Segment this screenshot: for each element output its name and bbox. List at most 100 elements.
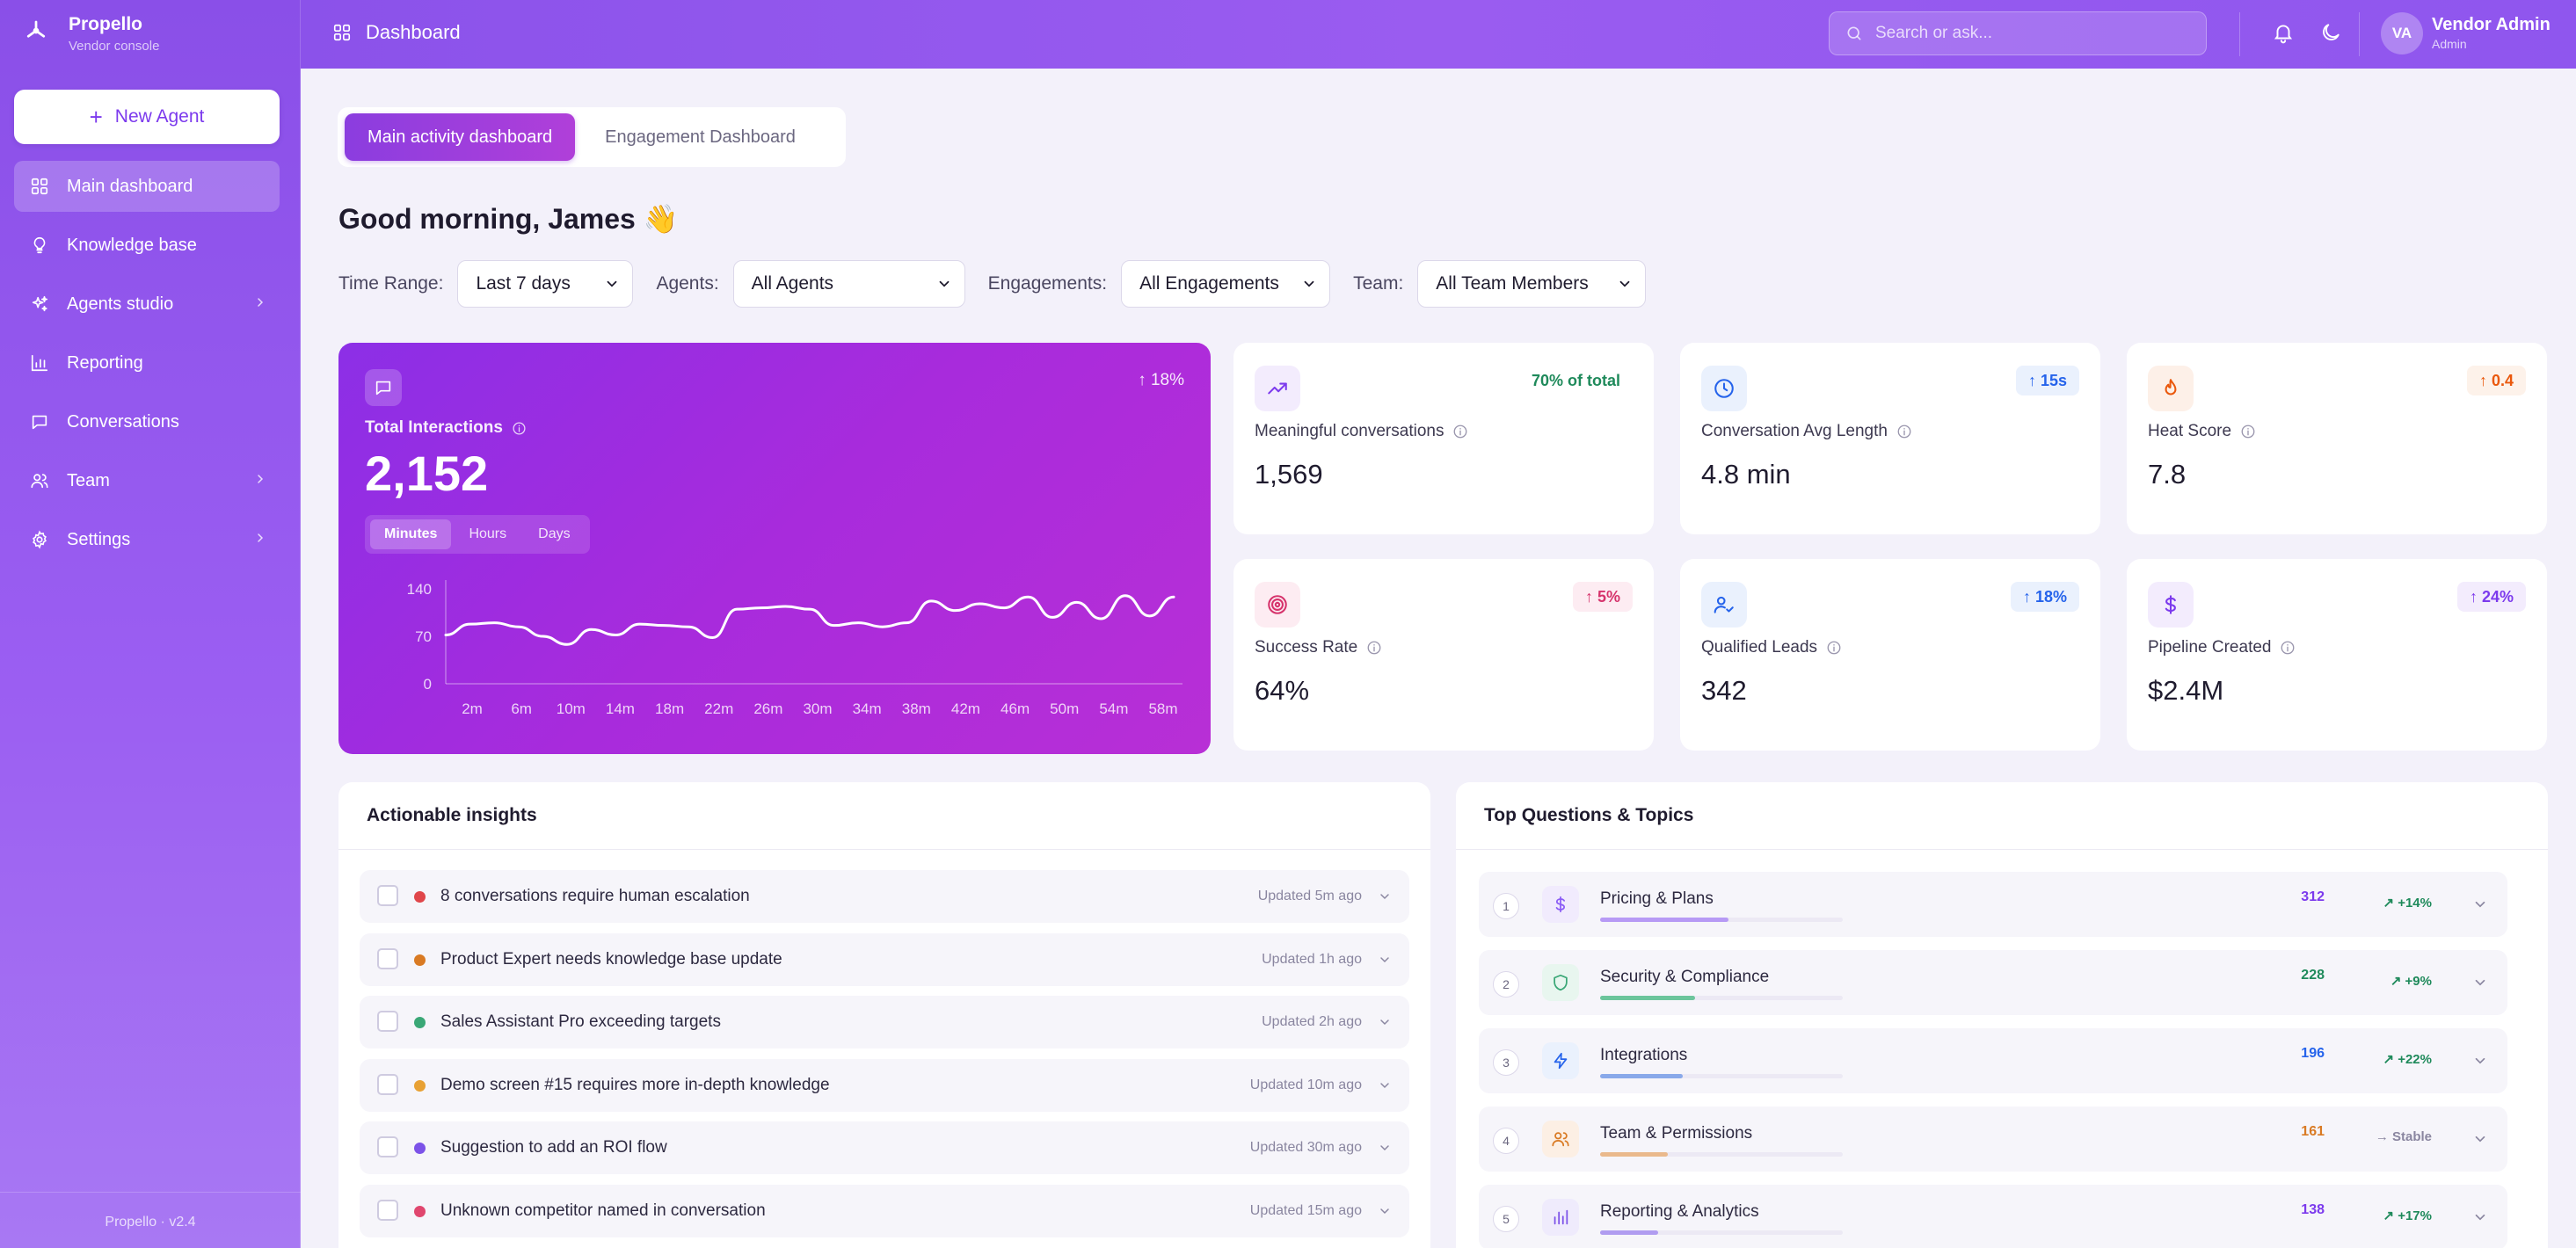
chevron-down-icon[interactable] bbox=[2472, 1209, 2488, 1225]
info-icon[interactable] bbox=[1452, 424, 1468, 439]
insight-checkbox[interactable] bbox=[377, 1199, 398, 1221]
stat-card[interactable]: ↑ 15s Conversation Avg Length 4.8 min bbox=[1680, 343, 2100, 534]
chevron-down-icon[interactable] bbox=[1378, 1015, 1392, 1029]
grid-icon bbox=[333, 24, 351, 41]
insight-row[interactable]: Suggestion to add an ROI flow Updated 30m… bbox=[360, 1121, 1409, 1174]
bar-chart-icon bbox=[1554, 1209, 1568, 1225]
new-agent-button[interactable]: + New Agent bbox=[14, 90, 280, 144]
insight-updated: Updated 1h ago bbox=[1262, 951, 1362, 967]
info-icon[interactable] bbox=[1366, 640, 1382, 656]
engagements-select[interactable]: All Engagements bbox=[1121, 260, 1331, 308]
topic-rank: 2 bbox=[1493, 971, 1519, 998]
info-icon[interactable] bbox=[2240, 424, 2256, 439]
topic-row[interactable]: 5 Reporting & Analytics 138 ↗ +17% bbox=[1479, 1185, 2507, 1248]
segment-hours[interactable]: Hours bbox=[455, 519, 520, 549]
insight-checkbox[interactable] bbox=[377, 947, 398, 969]
chevron-down-icon[interactable] bbox=[2472, 975, 2488, 990]
stat-label: Pipeline Created bbox=[2148, 638, 2296, 657]
y-tick-label: 0 bbox=[424, 676, 432, 693]
x-tick-label: 30m bbox=[803, 700, 832, 717]
insight-row[interactable]: 8 conversations require human escalation… bbox=[360, 870, 1409, 923]
chevron-down-icon[interactable] bbox=[1378, 889, 1392, 903]
topic-row[interactable]: 1 Pricing & Plans 312 ↗ +14% bbox=[1479, 872, 2507, 937]
stat-label-text: Qualified Leads bbox=[1701, 638, 1818, 657]
topic-row[interactable]: 2 Security & Compliance 228 ↗ +9% bbox=[1479, 950, 2507, 1015]
insight-checkbox[interactable] bbox=[377, 885, 398, 906]
segment-minutes[interactable]: Minutes bbox=[370, 519, 452, 549]
search-icon bbox=[1847, 26, 1861, 40]
info-icon[interactable] bbox=[1826, 640, 1842, 656]
bell-icon[interactable] bbox=[2272, 21, 2295, 44]
moon-icon[interactable] bbox=[2319, 21, 2342, 44]
sidebar-item-main-dashboard[interactable]: Main dashboard bbox=[14, 161, 280, 212]
insight-text: Demo screen #15 requires more in-depth k… bbox=[440, 1075, 830, 1094]
info-icon[interactable] bbox=[1896, 424, 1912, 439]
stat-card[interactable]: ↑ 24% Pipeline Created $2.4M bbox=[2127, 559, 2547, 751]
team-select[interactable]: All Team Members bbox=[1417, 260, 1647, 308]
user-name[interactable]: Vendor Admin bbox=[2432, 15, 2551, 35]
select-value: All Engagements bbox=[1139, 273, 1279, 294]
tab-main-activity[interactable]: Main activity dashboard bbox=[345, 113, 576, 161]
chevron-down-icon[interactable] bbox=[2472, 1131, 2488, 1147]
hero-label: Total Interactions bbox=[365, 418, 527, 438]
sidebar-item-agents-studio[interactable]: Agents studio bbox=[14, 279, 280, 330]
chevron-down-icon[interactable] bbox=[1378, 1141, 1392, 1155]
insight-updated: Updated 5m ago bbox=[1257, 889, 1362, 903]
stat-card[interactable]: 70% of total Meaningful conversations 1,56… bbox=[1233, 343, 1654, 534]
gear-icon bbox=[33, 530, 47, 549]
sidebar-item-settings[interactable]: Settings bbox=[14, 514, 280, 565]
users-icon bbox=[1552, 1132, 1569, 1147]
chevron-down-icon[interactable] bbox=[1378, 953, 1392, 967]
segment-days[interactable]: Days bbox=[524, 519, 584, 549]
chevron-down-icon[interactable] bbox=[2472, 1053, 2488, 1069]
insight-row[interactable]: Sales Assistant Pro exceeding targets Upd… bbox=[360, 996, 1409, 1048]
stat-card[interactable]: ↑ 0.4 Heat Score 7.8 bbox=[2127, 343, 2547, 534]
insight-row[interactable]: Unknown competitor named in conversation… bbox=[360, 1184, 1409, 1237]
x-tick-label: 38m bbox=[902, 700, 931, 717]
tab-engagement[interactable]: Engagement Dashboard bbox=[582, 113, 819, 161]
stat-card[interactable]: ↑ 5% Success Rate 64% bbox=[1233, 559, 1654, 751]
hero-value: 2,152 bbox=[365, 446, 489, 501]
filter-label-team: Team: bbox=[1353, 273, 1404, 294]
agents-select[interactable]: All Agents bbox=[732, 260, 965, 308]
stat-badge: 70% of total bbox=[1518, 366, 1633, 395]
insight-row[interactable]: Demo screen #15 requires more in-depth k… bbox=[360, 1058, 1409, 1112]
topic-share-bar bbox=[1600, 1074, 1843, 1078]
chevron-down-icon[interactable] bbox=[2472, 896, 2488, 912]
topic-trend: ↗ +9% bbox=[2390, 974, 2432, 989]
sidebar-item-team[interactable]: Team bbox=[14, 455, 280, 506]
topic-share-fill bbox=[1600, 1152, 1669, 1157]
x-tick-label: 2m bbox=[462, 700, 483, 717]
user-check-icon bbox=[1714, 596, 1734, 613]
topic-row[interactable]: 3 Integrations 196 ↗ +22% bbox=[1479, 1028, 2507, 1093]
info-icon[interactable] bbox=[512, 421, 527, 436]
insight-checkbox[interactable] bbox=[377, 1011, 398, 1032]
divider bbox=[1456, 849, 2548, 850]
sidebar-item-reporting[interactable]: Reporting bbox=[14, 337, 280, 388]
topic-share-bar bbox=[1600, 996, 1843, 1000]
info-icon[interactable] bbox=[2280, 640, 2296, 656]
avatar[interactable]: VA bbox=[2381, 12, 2423, 54]
stat-card[interactable]: ↑ 18% Qualified Leads 342 bbox=[1680, 559, 2100, 751]
series-line bbox=[444, 594, 1175, 646]
trend-up-icon bbox=[1268, 382, 1287, 395]
clock-icon bbox=[1714, 379, 1734, 398]
insight-checkbox[interactable] bbox=[377, 1073, 398, 1095]
sidebar-item-conversations[interactable]: Conversations bbox=[14, 396, 280, 447]
chevron-down-icon[interactable] bbox=[1378, 1078, 1392, 1092]
topic-row[interactable]: 4 Team & Permissions 161 → Stable bbox=[1479, 1107, 2507, 1172]
insight-row[interactable]: Product Expert needs knowledge base upda… bbox=[360, 932, 1409, 986]
filter-label-engagements: Engagements: bbox=[987, 273, 1108, 294]
chevron-down-icon[interactable] bbox=[1378, 1204, 1392, 1218]
chevron-right-icon bbox=[258, 298, 264, 307]
topic-share-fill bbox=[1600, 918, 1729, 922]
sidebar-item-knowledge-base[interactable]: Knowledge base bbox=[14, 220, 280, 271]
stat-badge: ↑ 15s bbox=[2015, 366, 2079, 395]
insight-checkbox[interactable] bbox=[377, 1136, 398, 1157]
time-range-select[interactable]: Last 7 days bbox=[457, 260, 634, 308]
brand[interactable]: Propello Vendor console bbox=[23, 14, 159, 54]
hero-icon-wrap bbox=[365, 369, 402, 406]
stat-label-text: Meaningful conversations bbox=[1255, 422, 1444, 440]
search-input[interactable]: Search or ask... bbox=[1829, 11, 2207, 55]
bar-chart-icon bbox=[31, 354, 48, 372]
